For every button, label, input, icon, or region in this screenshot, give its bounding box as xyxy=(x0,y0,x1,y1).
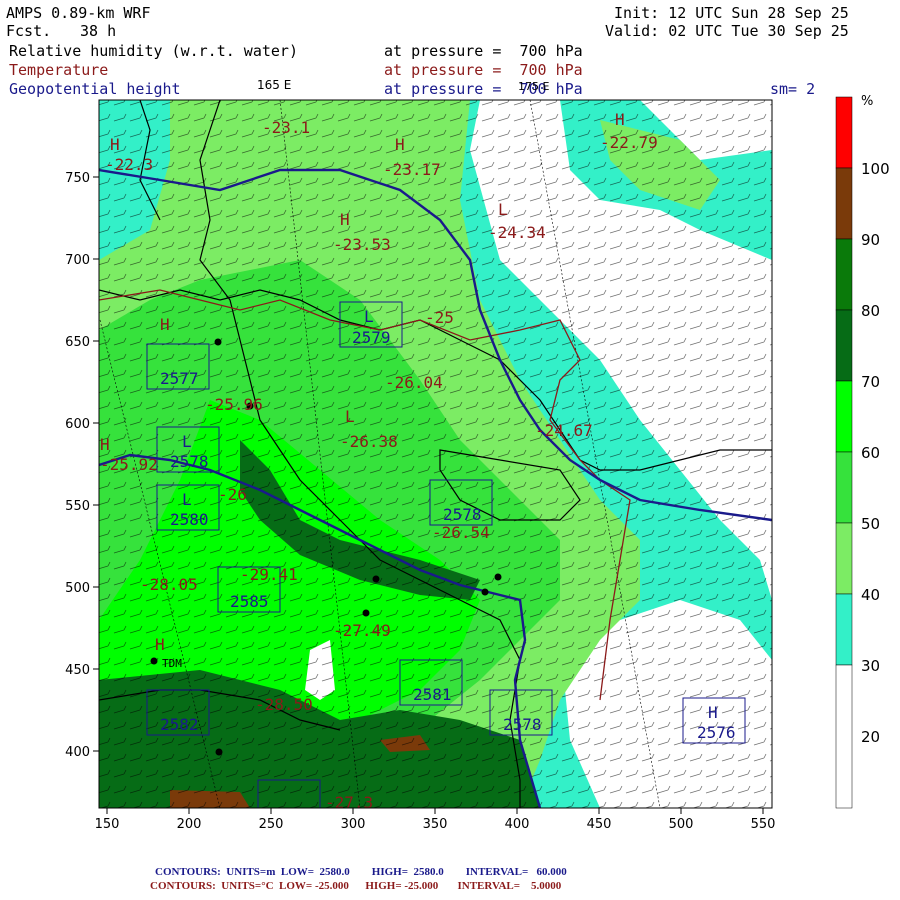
temp-label: -26.54 xyxy=(432,523,490,542)
colorbar-tick: 70 xyxy=(861,373,880,391)
height-label: 2585 xyxy=(230,592,269,611)
colorbar-70-80 xyxy=(835,309,853,382)
high-marker: H xyxy=(160,315,170,334)
colorbar-60-70 xyxy=(835,380,853,453)
station-label: TDM xyxy=(162,657,182,670)
height-label: 2577 xyxy=(160,369,199,388)
temp-label: -22.79 xyxy=(600,133,658,152)
colorbar-90-100 xyxy=(835,167,853,240)
temp-label: -22.3 xyxy=(105,155,153,174)
x-tick-label: 450 xyxy=(587,817,612,832)
high-marker: H xyxy=(395,135,405,154)
temp-label: -24.67 xyxy=(535,421,593,440)
temp-label: -23.1 xyxy=(262,118,310,137)
height-label: 2582 xyxy=(160,715,199,734)
x-tick-label: 400 xyxy=(505,817,530,832)
colorbar-tick: 90 xyxy=(861,231,880,249)
height-label: 2579 xyxy=(352,328,391,347)
x-tick-label: 200 xyxy=(177,817,202,832)
colorbar-tick: 20 xyxy=(861,728,880,746)
high-marker: H xyxy=(155,635,165,654)
colorbar-20-30 xyxy=(835,664,853,809)
temp-label: -26.38 xyxy=(340,432,398,451)
footer-temp-contours: CONTOURS: UNITS=°C LOW= -25.000 HIGH= -2… xyxy=(150,880,562,892)
temp-label: -23.53 xyxy=(333,235,391,254)
y-tick-label: 650 xyxy=(65,335,90,350)
station-dot xyxy=(481,588,489,596)
station-dot xyxy=(372,575,380,583)
y-tick-label: 450 xyxy=(65,663,90,678)
height-label: 2578 xyxy=(503,715,542,734)
temp-label: -26.04 xyxy=(385,373,443,392)
colorbar-40-50 xyxy=(835,522,853,595)
y-tick-label: 700 xyxy=(65,253,90,268)
height-label: 2580 xyxy=(170,510,209,529)
colorbar-tick: 30 xyxy=(861,657,880,675)
y-axis: 750 700 650 600 550 500 450 400 xyxy=(65,171,99,760)
temp-label: -24.34 xyxy=(488,223,546,242)
colorbar-tick: 80 xyxy=(861,302,880,320)
y-tick-label: 600 xyxy=(65,417,90,432)
footer-height-contours: CONTOURS: UNITS=m LOW= 2580.0 HIGH= 2580… xyxy=(155,866,567,878)
height-label: 2576 xyxy=(697,723,736,742)
height-label: 2578 xyxy=(443,505,482,524)
low-marker: L xyxy=(364,307,374,326)
low-marker: L xyxy=(498,200,508,219)
temp-label: -27.3 xyxy=(325,793,373,812)
colorbar-50-60 xyxy=(835,451,853,524)
low-marker: L xyxy=(345,407,355,426)
temp-label: -25 xyxy=(425,308,454,327)
station-dot xyxy=(214,338,222,346)
x-axis: 150 200 250 300 350 400 450 500 550 xyxy=(95,808,776,832)
temp-label: -28.05 xyxy=(140,575,198,594)
y-tick-label: 550 xyxy=(65,499,90,514)
colorbar-tick: 60 xyxy=(861,444,880,462)
y-tick-label: 500 xyxy=(65,581,90,596)
x-tick-label: 150 xyxy=(95,817,120,832)
station-dot xyxy=(362,609,370,617)
y-tick-label: 400 xyxy=(65,745,90,760)
temp-label: -26 xyxy=(218,485,247,504)
x-tick-label: 250 xyxy=(259,817,284,832)
colorbar-30-40 xyxy=(835,593,853,666)
height-label: 2578 xyxy=(170,452,209,471)
colorbar-100 xyxy=(835,96,853,169)
x-tick-label: 350 xyxy=(423,817,448,832)
temp-label: -25.92 xyxy=(100,455,158,474)
high-marker: H xyxy=(110,135,120,154)
x-tick-label: 300 xyxy=(341,817,366,832)
temp-label: -25.96 xyxy=(205,395,263,414)
low-marker: L xyxy=(182,490,192,509)
colorbar-tick: 50 xyxy=(861,515,880,533)
high-marker: H xyxy=(100,435,110,454)
temp-label: -28.50 xyxy=(255,695,313,714)
colorbar-tick: 40 xyxy=(861,586,880,604)
x-tick-label: 500 xyxy=(669,817,694,832)
temp-label: -29.41 xyxy=(240,565,298,584)
high-marker: H xyxy=(615,110,625,129)
low-marker: L xyxy=(182,432,192,451)
station-dot xyxy=(494,573,502,581)
high-marker: H xyxy=(340,210,350,229)
high-marker: H xyxy=(708,703,718,722)
station-dot xyxy=(215,748,223,756)
temp-label: -23.17 xyxy=(383,160,441,179)
colorbar: % 100 90 80 70 60 50 40 30 20 xyxy=(835,94,890,809)
colorbar-80-90 xyxy=(835,238,853,311)
x-tick-label: 550 xyxy=(751,817,776,832)
y-tick-label: 750 xyxy=(65,171,90,186)
colorbar-unit: % xyxy=(861,94,873,109)
rh-map: -22.3 -23.1 -23.17 -22.79 -23.53 -24.34 … xyxy=(65,94,890,832)
height-label: 2581 xyxy=(413,685,452,704)
colorbar-tick: 100 xyxy=(861,160,890,178)
temp-label: -27.49 xyxy=(333,621,391,640)
station-dot xyxy=(150,657,158,665)
